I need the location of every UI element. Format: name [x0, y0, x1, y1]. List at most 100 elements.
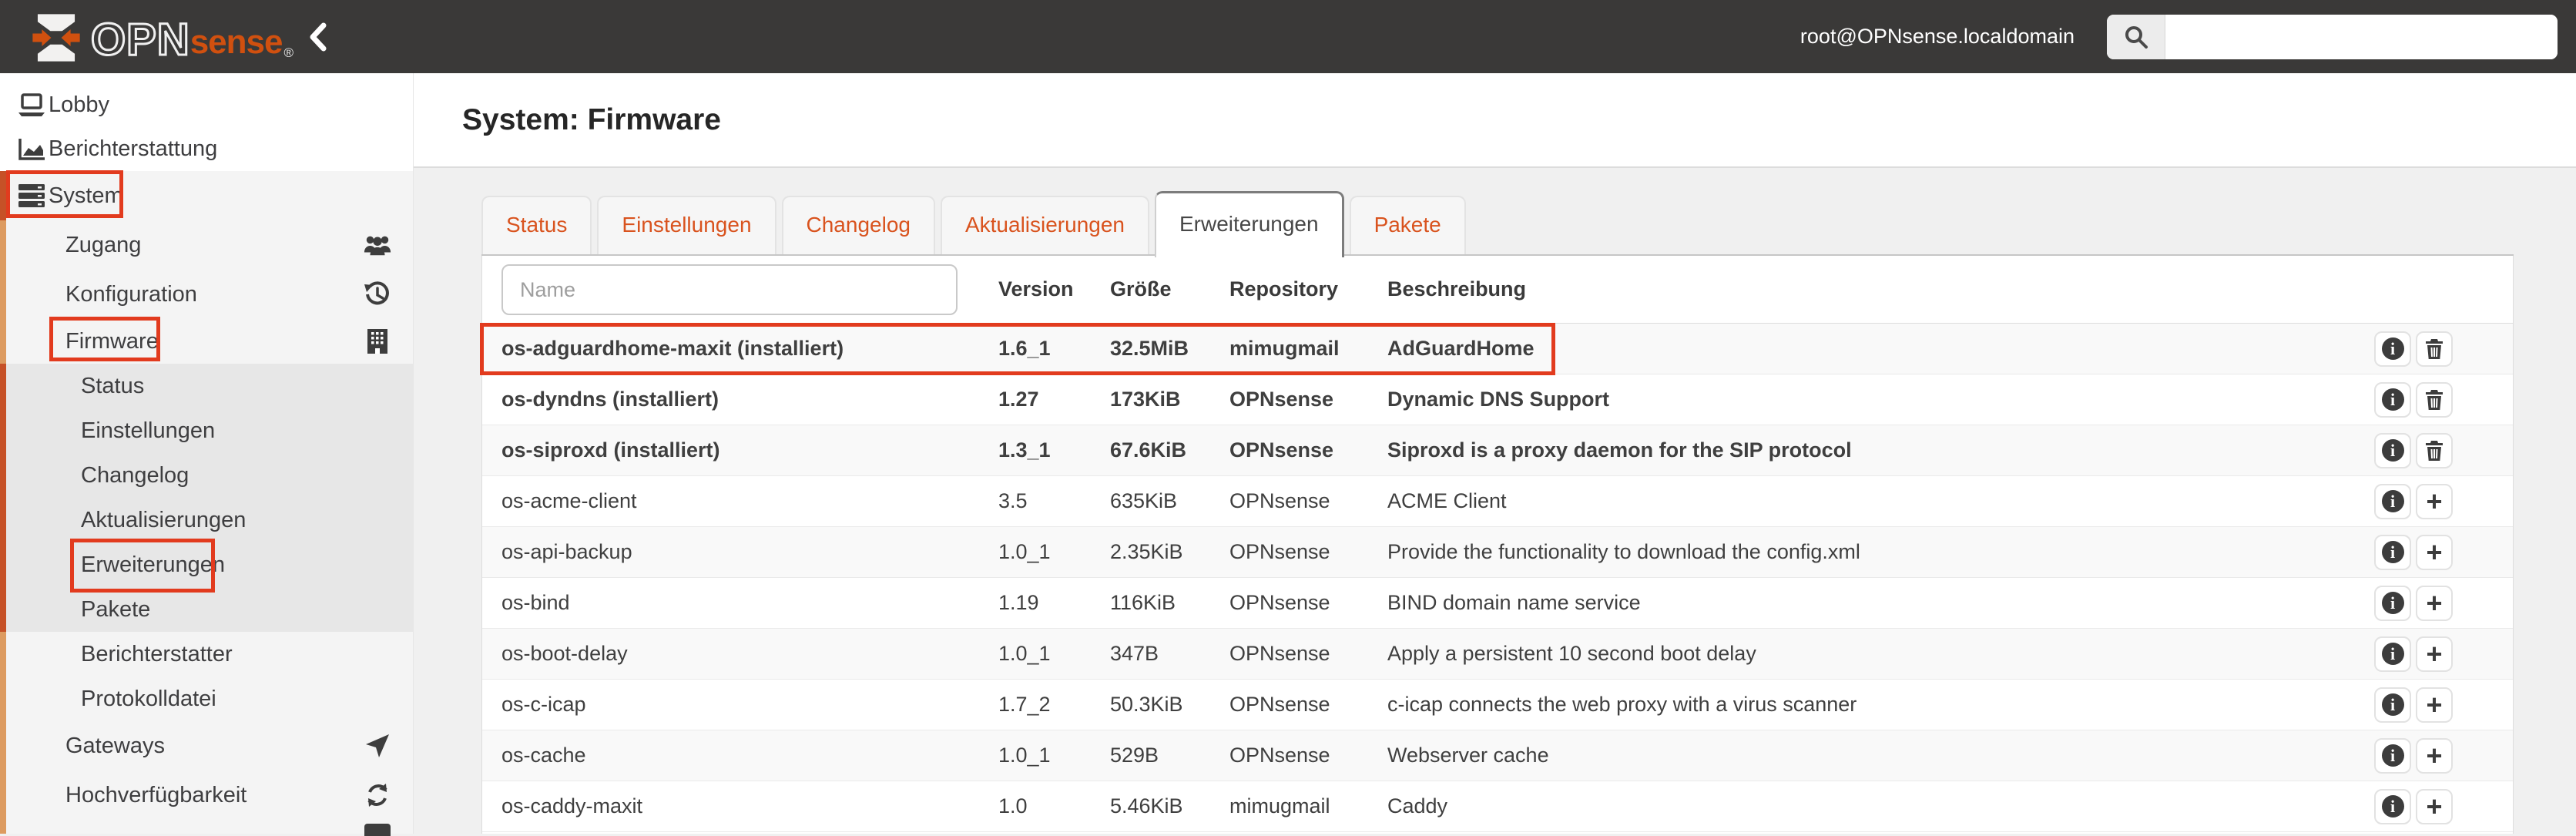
plugin-repository: OPNsense	[1229, 591, 1387, 615]
plugin-actions: i	[2374, 382, 2513, 418]
plugin-install-button[interactable]: +	[2416, 636, 2453, 672]
plugin-install-button[interactable]: +	[2416, 586, 2453, 621]
sidebar-item-firmware[interactable]: Firmware	[0, 319, 413, 364]
plugin-repository: OPNsense	[1229, 693, 1387, 717]
clipped-menu-icon	[364, 824, 391, 836]
sidebar-item-lobby[interactable]: Lobby	[0, 83, 413, 127]
plugin-info-button[interactable]: i	[2374, 382, 2411, 418]
opnsense-logo-icon	[29, 11, 83, 65]
plugin-description: Dynamic DNS Support	[1387, 388, 2374, 411]
info-icon: i	[2382, 541, 2404, 563]
sidebar-item-changelog[interactable]: Changelog	[0, 453, 413, 498]
logged-in-user: root@OPNsense.localdomain	[1800, 25, 2075, 49]
plugin-install-button[interactable]: +	[2416, 738, 2453, 774]
plugin-actions: i+	[2374, 484, 2513, 519]
sidebar-item-konfiguration[interactable]: Konfiguration	[0, 270, 413, 319]
plugin-info-button[interactable]: i	[2374, 789, 2411, 824]
plugin-size: 347B	[1110, 642, 1229, 666]
plugin-info-button[interactable]: i	[2374, 484, 2411, 519]
sidebar-item-label: Einstellungen	[81, 418, 215, 444]
table-row-os-acme-client[interactable]: os-acme-client3.5635KiBOPNsenseACME Clie…	[482, 476, 2513, 527]
plugin-description: c-icap connects the web proxy with a vir…	[1387, 693, 2374, 717]
plugin-info-button[interactable]: i	[2374, 586, 2411, 621]
table-row-os-boot-delay[interactable]: os-boot-delay1.0_1347BOPNsenseApply a pe…	[482, 629, 2513, 680]
sidebar-item-gateways[interactable]: Gateways	[0, 721, 413, 771]
plugin-name: os-caddy-maxit	[501, 794, 998, 818]
plugin-install-button[interactable]: +	[2416, 687, 2453, 723]
table-row-os-siproxd[interactable]: os-siproxd (installiert)1.3_167.6KiBOPNs…	[482, 425, 2513, 476]
sidebar-item-pakete[interactable]: Pakete	[0, 587, 413, 632]
sidebar-item-hochverf-gbarkeit[interactable]: Hochverfügbarkeit	[0, 771, 413, 820]
sidebar-item-status[interactable]: Status	[0, 364, 413, 408]
sidebar-collapse-button[interactable]	[300, 20, 334, 54]
name-filter-input[interactable]	[501, 264, 958, 315]
sidebar-item-system[interactable]: System	[0, 171, 413, 220]
plugins-panel: Version Größe Repository Beschreibung os…	[481, 256, 2514, 834]
global-search	[2107, 15, 2558, 59]
plugin-install-button[interactable]: +	[2416, 484, 2453, 519]
sidebar-item-label: Changelog	[81, 463, 189, 489]
plugin-description: Siproxd is a proxy daemon for the SIP pr…	[1387, 438, 2374, 462]
plugin-size: 173KiB	[1110, 388, 1229, 411]
plugin-remove-button[interactable]	[2416, 331, 2453, 367]
tab-status[interactable]: Status	[481, 196, 592, 254]
plugin-version: 1.0_1	[998, 744, 1110, 767]
chevron-left-icon	[307, 22, 327, 52]
location-arrow-icon	[363, 732, 392, 760]
area-chart-icon	[17, 136, 46, 163]
plugin-install-button[interactable]: +	[2416, 789, 2453, 824]
plugin-repository: OPNsense	[1229, 489, 1387, 513]
table-row-os-dyndns[interactable]: os-dyndns (installiert)1.27173KiBOPNsens…	[482, 374, 2513, 425]
table-row-os-cache[interactable]: os-cache1.0_1529BOPNsenseWebserver cache…	[482, 730, 2513, 781]
opnsense-logo[interactable]: OPNsense®	[29, 9, 293, 65]
table-row-os-api-backup[interactable]: os-api-backup1.0_12.35KiBOPNsenseProvide…	[482, 527, 2513, 578]
tab-aktualisierungen[interactable]: Aktualisierungen	[941, 196, 1149, 254]
search-input[interactable]	[2165, 15, 2558, 59]
sidebar-item-label: Lobby	[49, 92, 109, 118]
sidebar-item-protokolldatei[interactable]: Protokolldatei	[0, 677, 413, 721]
tab-pakete[interactable]: Pakete	[1350, 196, 1466, 254]
plugin-version: 1.0_1	[998, 540, 1110, 564]
sidebar-item-aktualisierungen[interactable]: Aktualisierungen	[0, 498, 413, 542]
plugin-info-button[interactable]: i	[2374, 687, 2411, 723]
table-row-os-adguardhome-maxit[interactable]: os-adguardhome-maxit (installiert)1.6_13…	[482, 324, 2513, 374]
plugin-remove-button[interactable]	[2416, 433, 2453, 468]
plugin-remove-button[interactable]	[2416, 382, 2453, 418]
plugin-info-button[interactable]: i	[2374, 535, 2411, 570]
table-row-os-c-icap[interactable]: os-c-icap1.7_250.3KiBOPNsensec-icap conn…	[482, 680, 2513, 730]
column-header-size: Größe	[1110, 256, 1172, 322]
search-addon[interactable]	[2107, 15, 2165, 59]
brand-registered-mark: ®	[283, 42, 293, 65]
tab-changelog[interactable]: Changelog	[782, 196, 935, 254]
sidebar-item-berichterstattung[interactable]: Berichterstattung	[0, 127, 413, 171]
plugin-actions: i+	[2374, 789, 2513, 824]
plugin-version: 1.0_1	[998, 642, 1110, 666]
tab-erweiterungen[interactable]: Erweiterungen	[1155, 191, 1344, 257]
sidebar-item-berichterstatter[interactable]: Berichterstatter	[0, 632, 413, 677]
plugin-info-button[interactable]: i	[2374, 636, 2411, 672]
sidebar-item-label: Pakete	[81, 597, 150, 623]
plus-icon: +	[2426, 589, 2442, 617]
sidebar-item-zugang[interactable]: Zugang	[0, 220, 413, 270]
plugin-actions: i	[2374, 331, 2513, 367]
plugins-table-body: os-adguardhome-maxit (installiert)1.6_13…	[482, 324, 2513, 832]
sidebar-item-einstellungen[interactable]: Einstellungen	[0, 408, 413, 453]
sidebar-item-erweiterungen[interactable]: Erweiterungen	[0, 542, 413, 587]
plugin-size: 50.3KiB	[1110, 693, 1229, 717]
plugin-size: 67.6KiB	[1110, 438, 1229, 462]
plus-icon: +	[2426, 488, 2442, 515]
table-row-os-bind[interactable]: os-bind1.19116KiBOPNsenseBIND domain nam…	[482, 578, 2513, 629]
plugin-info-button[interactable]: i	[2374, 433, 2411, 468]
search-icon	[2124, 25, 2148, 49]
sidebar-item-partial[interactable]	[0, 820, 413, 834]
plugin-info-button[interactable]: i	[2374, 331, 2411, 367]
tab-einstellungen[interactable]: Einstellungen	[597, 196, 776, 254]
plus-icon: +	[2426, 539, 2442, 566]
plugin-name: os-dyndns (installiert)	[501, 388, 998, 411]
plugin-repository: OPNsense	[1229, 388, 1387, 411]
plugin-install-button[interactable]: +	[2416, 535, 2453, 570]
plugin-info-button[interactable]: i	[2374, 738, 2411, 774]
table-row-os-caddy-maxit[interactable]: os-caddy-maxit1.05.46KiBmimugmailCaddyi+	[482, 781, 2513, 832]
trash-icon	[2424, 338, 2444, 360]
plugin-repository: OPNsense	[1229, 744, 1387, 767]
